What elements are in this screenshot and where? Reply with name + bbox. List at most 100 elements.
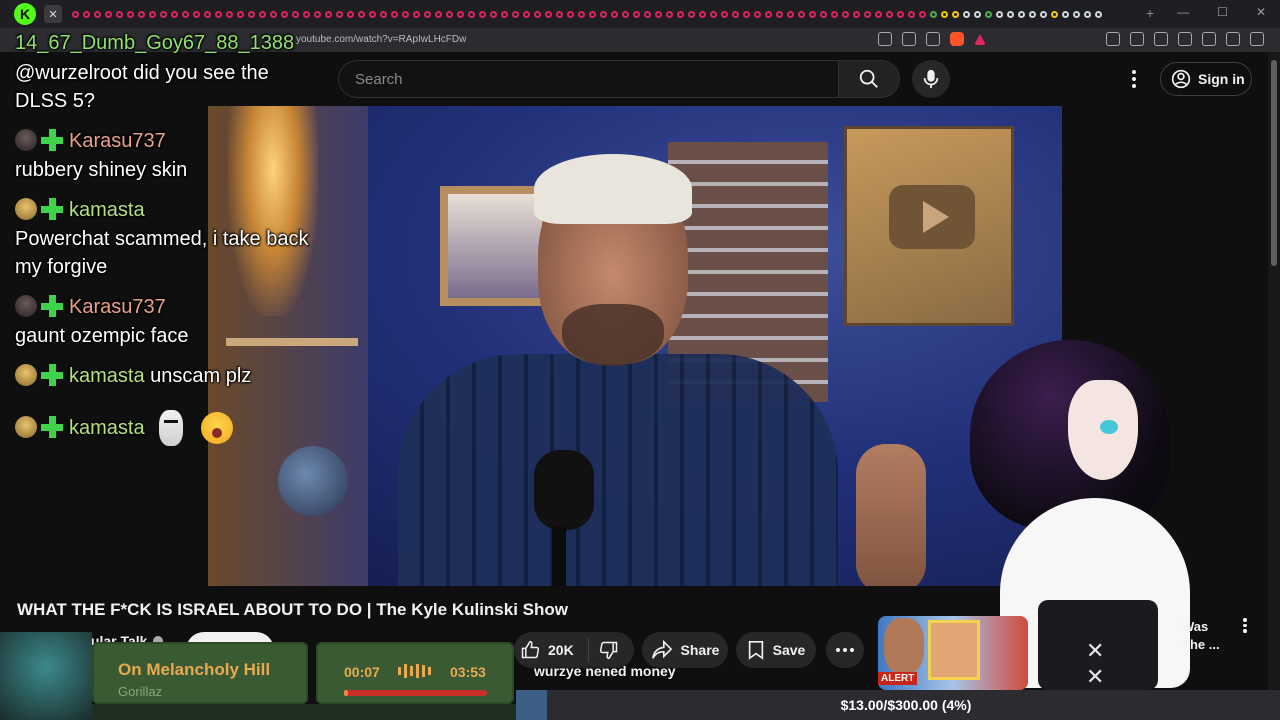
- tab-favicon-icon[interactable]: [545, 10, 552, 18]
- brave-shield-icon[interactable]: [950, 32, 964, 46]
- search-input[interactable]: [339, 61, 840, 97]
- tab-favicon-icon[interactable]: [523, 10, 530, 18]
- recommended-title[interactable]: Was The ...: [1182, 618, 1232, 654]
- tab-favicon-icon[interactable]: [875, 10, 882, 18]
- tab-favicon-icon[interactable]: [787, 10, 794, 18]
- tab-favicon-icon[interactable]: [567, 10, 574, 18]
- tab-favicon-icon[interactable]: [94, 10, 101, 18]
- tab-favicon-icon[interactable]: [1051, 10, 1058, 18]
- recommended-menu-button[interactable]: [1239, 618, 1251, 636]
- scrollbar-thumb[interactable]: [1271, 60, 1277, 266]
- tab-favicon-icon[interactable]: [578, 10, 585, 18]
- tab-favicon-icon[interactable]: [622, 10, 629, 18]
- tab-favicon-icon[interactable]: [182, 10, 189, 18]
- tab-favicon-icon[interactable]: [292, 10, 299, 18]
- tab-favicon-icon[interactable]: [424, 10, 431, 18]
- close-tab-icon[interactable]: ✕: [44, 5, 62, 23]
- brave-rewards-icon[interactable]: [974, 34, 986, 45]
- tab-favicon-icon[interactable]: [600, 10, 607, 18]
- tab-favicon-icon[interactable]: [677, 10, 684, 18]
- tab-favicon-icon[interactable]: [1062, 10, 1069, 18]
- tab-favicon-icon[interactable]: [776, 10, 783, 18]
- tab-favicon-icon[interactable]: [380, 10, 387, 18]
- tab-favicon-icon[interactable]: [72, 10, 79, 18]
- tab-favicon-icon[interactable]: [941, 10, 948, 18]
- tab-favicon-icon[interactable]: [237, 10, 244, 18]
- tab-favicon-icon[interactable]: [1007, 10, 1014, 18]
- tab-favicon-icon[interactable]: [853, 10, 860, 18]
- tab-favicon-icon[interactable]: [204, 10, 211, 18]
- close-window-icon[interactable]: ✕: [1256, 5, 1266, 19]
- tab-favicon-icon[interactable]: [336, 10, 343, 18]
- search-button[interactable]: [838, 60, 900, 98]
- tab-favicon-icon[interactable]: [699, 10, 706, 18]
- extensions-icon[interactable]: [1106, 32, 1120, 46]
- tab-favicon-icon[interactable]: [281, 10, 288, 18]
- tab-favicon-icon[interactable]: [127, 10, 134, 18]
- tab-favicon-icon[interactable]: [754, 10, 761, 18]
- share-page-icon[interactable]: [926, 32, 940, 46]
- tab-favicon-icon[interactable]: [666, 10, 673, 18]
- tab-favicon-icon[interactable]: [160, 10, 167, 18]
- like-button[interactable]: 20K: [514, 638, 589, 662]
- zoom-icon[interactable]: [902, 32, 916, 46]
- tab-favicon-icon[interactable]: [798, 10, 805, 18]
- tab-favicon-icon[interactable]: [501, 10, 508, 18]
- tab-favicon-icon[interactable]: [325, 10, 332, 18]
- tab-favicon-icon[interactable]: [314, 10, 321, 18]
- settings-menu-button[interactable]: [1126, 66, 1142, 92]
- tab-favicon-icon[interactable]: [105, 10, 112, 18]
- tab-favicon-icon[interactable]: [226, 10, 233, 18]
- tab-favicon-icon[interactable]: [369, 10, 376, 18]
- tab-favicon-icon[interactable]: [831, 10, 838, 18]
- tab-favicon-icon[interactable]: [1029, 10, 1036, 18]
- tab-favicon-icon[interactable]: [171, 10, 178, 18]
- new-tab-button[interactable]: +: [1146, 5, 1154, 21]
- tab-favicon-icon[interactable]: [534, 10, 541, 18]
- tab-favicon-icon[interactable]: [765, 10, 772, 18]
- tab-favicon-icon[interactable]: [457, 10, 464, 18]
- cast-icon[interactable]: [878, 32, 892, 46]
- tab-favicon-icon[interactable]: [116, 10, 123, 18]
- tab-favicon-icon[interactable]: [655, 10, 662, 18]
- tab-favicon-icon[interactable]: [468, 10, 475, 18]
- media-icon[interactable]: [1154, 32, 1168, 46]
- tab-favicon-icon[interactable]: [952, 10, 959, 18]
- tab-favicon-icon[interactable]: [633, 10, 640, 18]
- save-button[interactable]: Save: [736, 632, 816, 668]
- tab-favicon-icon[interactable]: [83, 10, 90, 18]
- tab-favicon-icon[interactable]: [490, 10, 497, 18]
- tab-favicon-icon[interactable]: [644, 10, 651, 18]
- voice-search-button[interactable]: [912, 60, 950, 98]
- tab-favicon-icon[interactable]: [149, 10, 156, 18]
- tab-favicon-icon[interactable]: [688, 10, 695, 18]
- tab-favicon-icon[interactable]: [270, 10, 277, 18]
- tab-favicon-icon[interactable]: [963, 10, 970, 18]
- tab-favicon-icon[interactable]: [413, 10, 420, 18]
- page-scrollbar[interactable]: [1268, 52, 1280, 720]
- tab-favicon-icon[interactable]: [1073, 10, 1080, 18]
- tab-favicon-icon[interactable]: [347, 10, 354, 18]
- tab-favicon-icon[interactable]: [358, 10, 365, 18]
- tab-favicon-icon[interactable]: [820, 10, 827, 18]
- maximize-icon[interactable]: ☐: [1217, 5, 1228, 19]
- tab-favicon-icon[interactable]: [864, 10, 871, 18]
- video-player[interactable]: [208, 106, 1062, 586]
- tab-favicon-icon[interactable]: [842, 10, 849, 18]
- sign-in-button[interactable]: Sign in: [1160, 62, 1252, 96]
- tab-favicon-icon[interactable]: [1018, 10, 1025, 18]
- tab-favicon-icon[interactable]: [446, 10, 453, 18]
- dislike-button[interactable]: [589, 640, 619, 660]
- tab-favicon-icon[interactable]: [886, 10, 893, 18]
- minimize-icon[interactable]: —: [1177, 5, 1189, 19]
- tab-favicon-icon[interactable]: [402, 10, 409, 18]
- url-text[interactable]: youtube.com/watch?v=RApIwLHcFDw: [296, 34, 466, 45]
- tab-favicon-icon[interactable]: [743, 10, 750, 18]
- tab-favicon-icon[interactable]: [908, 10, 915, 18]
- tab-favicon-icon[interactable]: [391, 10, 398, 18]
- tab-favicon-icon[interactable]: [215, 10, 222, 18]
- tab-favicon-icon[interactable]: [479, 10, 486, 18]
- tab-favicon-icon[interactable]: [512, 10, 519, 18]
- tab-favicon-icon[interactable]: [897, 10, 904, 18]
- tab-favicon-icon[interactable]: [985, 10, 992, 18]
